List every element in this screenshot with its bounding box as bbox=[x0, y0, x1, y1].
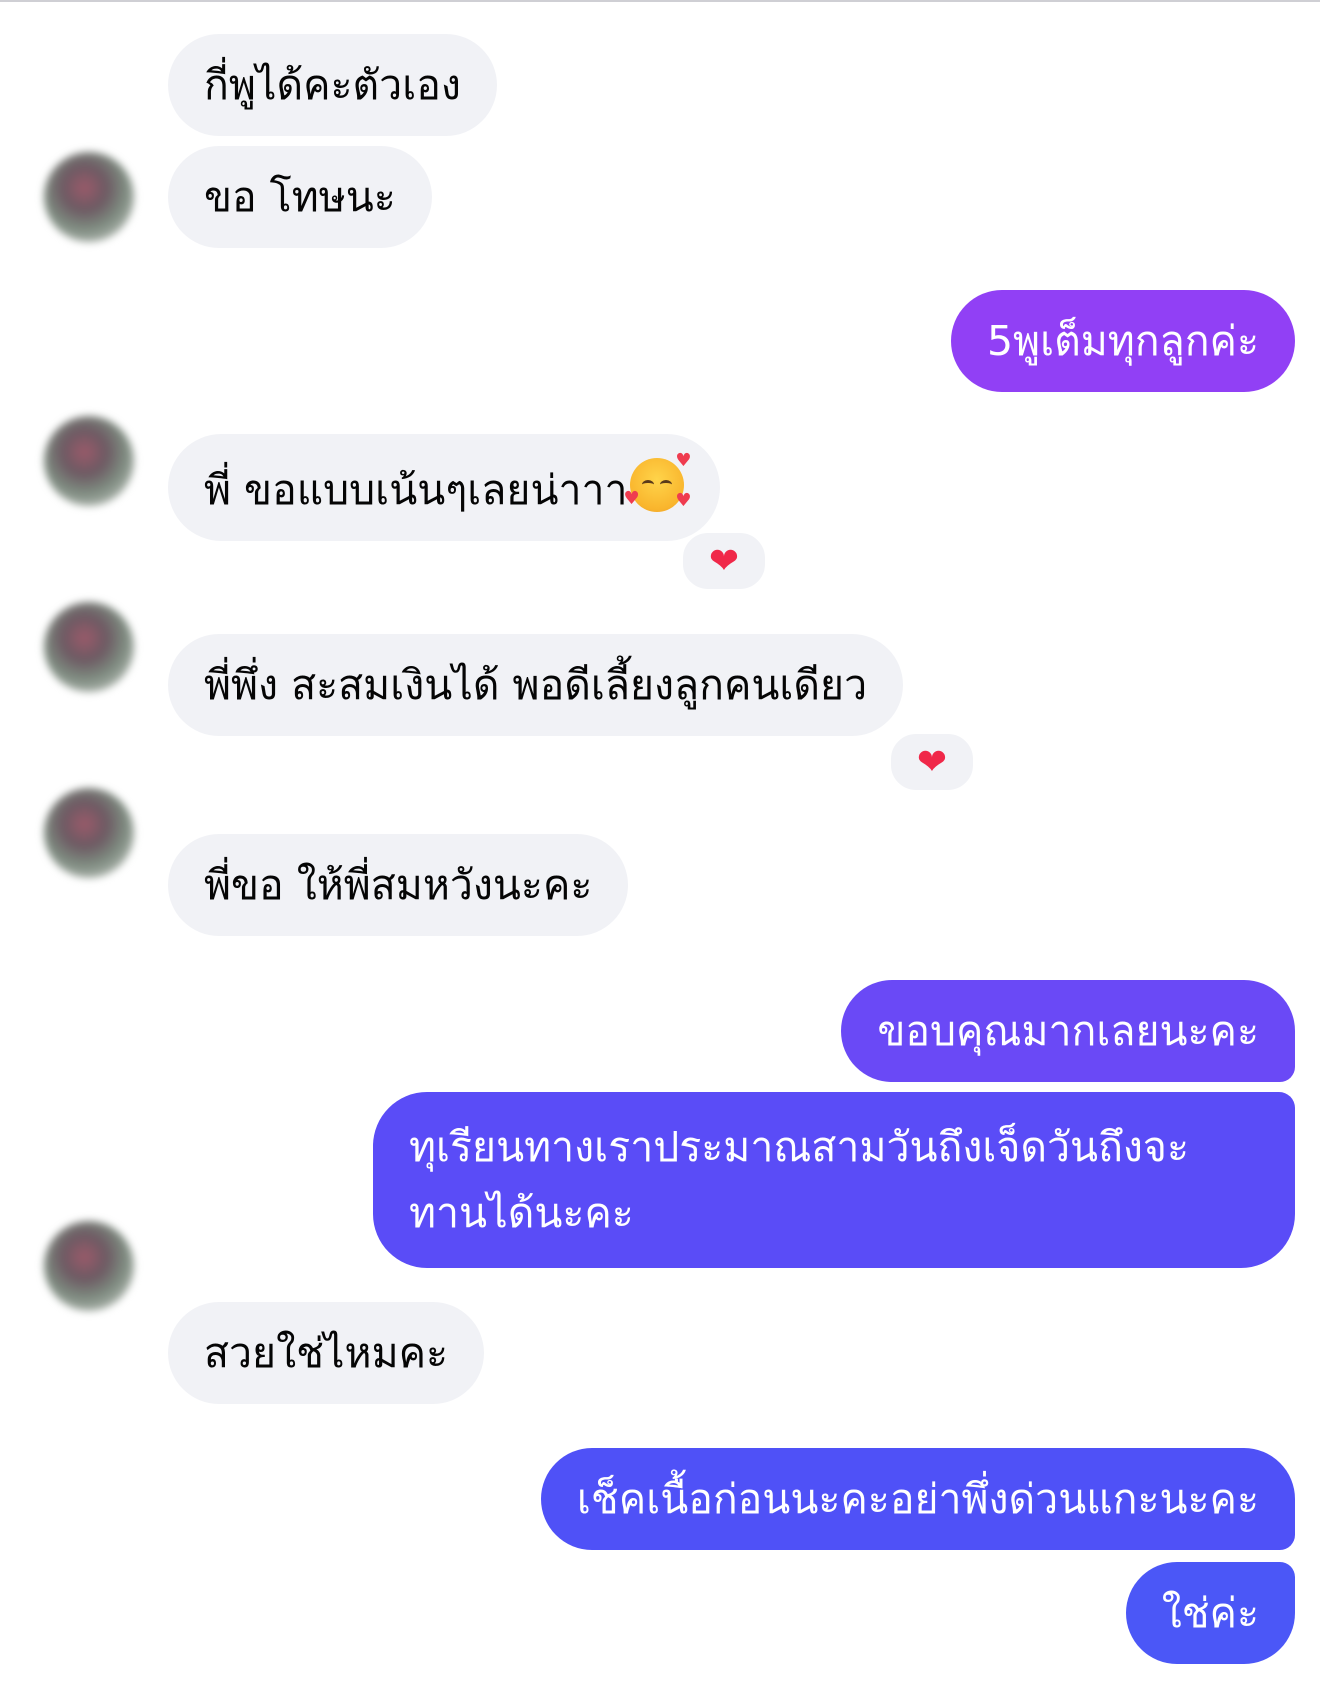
contact-avatar[interactable] bbox=[44, 416, 134, 506]
reaction-heart-icon[interactable]: ❤ bbox=[680, 530, 768, 592]
incoming-message[interactable]: กี่พูได้คะตัวเอง bbox=[168, 34, 497, 136]
contact-avatar[interactable] bbox=[44, 152, 134, 242]
outgoing-message[interactable]: เช็คเนื้อก่อนนะคะอย่าพึ่งด่วนแกะนะคะ bbox=[540, 1448, 1295, 1550]
contact-avatar[interactable] bbox=[44, 1221, 134, 1311]
message-text: พี่ ขอแบบเน้นๆเลยน่าาา bbox=[204, 466, 628, 514]
reaction-heart-icon[interactable]: ❤ bbox=[888, 731, 976, 793]
outgoing-message[interactable]: ทุเรียนทางเราประมาณสามวันถึงเจ็ดวันถึงจะ… bbox=[373, 1092, 1295, 1268]
outgoing-message[interactable]: 5พูเต็มทุกลูกค่ะ bbox=[950, 290, 1295, 392]
outgoing-message[interactable]: ขอบคุณมากเลยนะคะ bbox=[841, 980, 1295, 1082]
incoming-message[interactable]: พี่ขอ ให้พี่สมหวังนะคะ bbox=[168, 834, 629, 936]
incoming-message[interactable]: สวยใช่ไหมคะ bbox=[168, 1302, 485, 1404]
contact-avatar[interactable] bbox=[44, 602, 134, 692]
outgoing-message[interactable]: ใช่ค่ะ bbox=[1125, 1562, 1295, 1664]
smiling-face-with-hearts-icon: ♥ ♥ ♥ bbox=[623, 450, 692, 512]
contact-avatar[interactable] bbox=[44, 788, 134, 878]
incoming-message[interactable]: ขอ โทษนะ bbox=[168, 146, 432, 248]
incoming-message[interactable]: พี่ ขอแบบเน้นๆเลยน่าาา ♥ ♥ ♥ bbox=[168, 434, 720, 541]
incoming-message[interactable]: พี่พึ่ง สะสมเงินได้ พอดีเลี้ยงลูกคนเดียว bbox=[168, 634, 904, 736]
top-divider bbox=[0, 0, 1320, 2]
